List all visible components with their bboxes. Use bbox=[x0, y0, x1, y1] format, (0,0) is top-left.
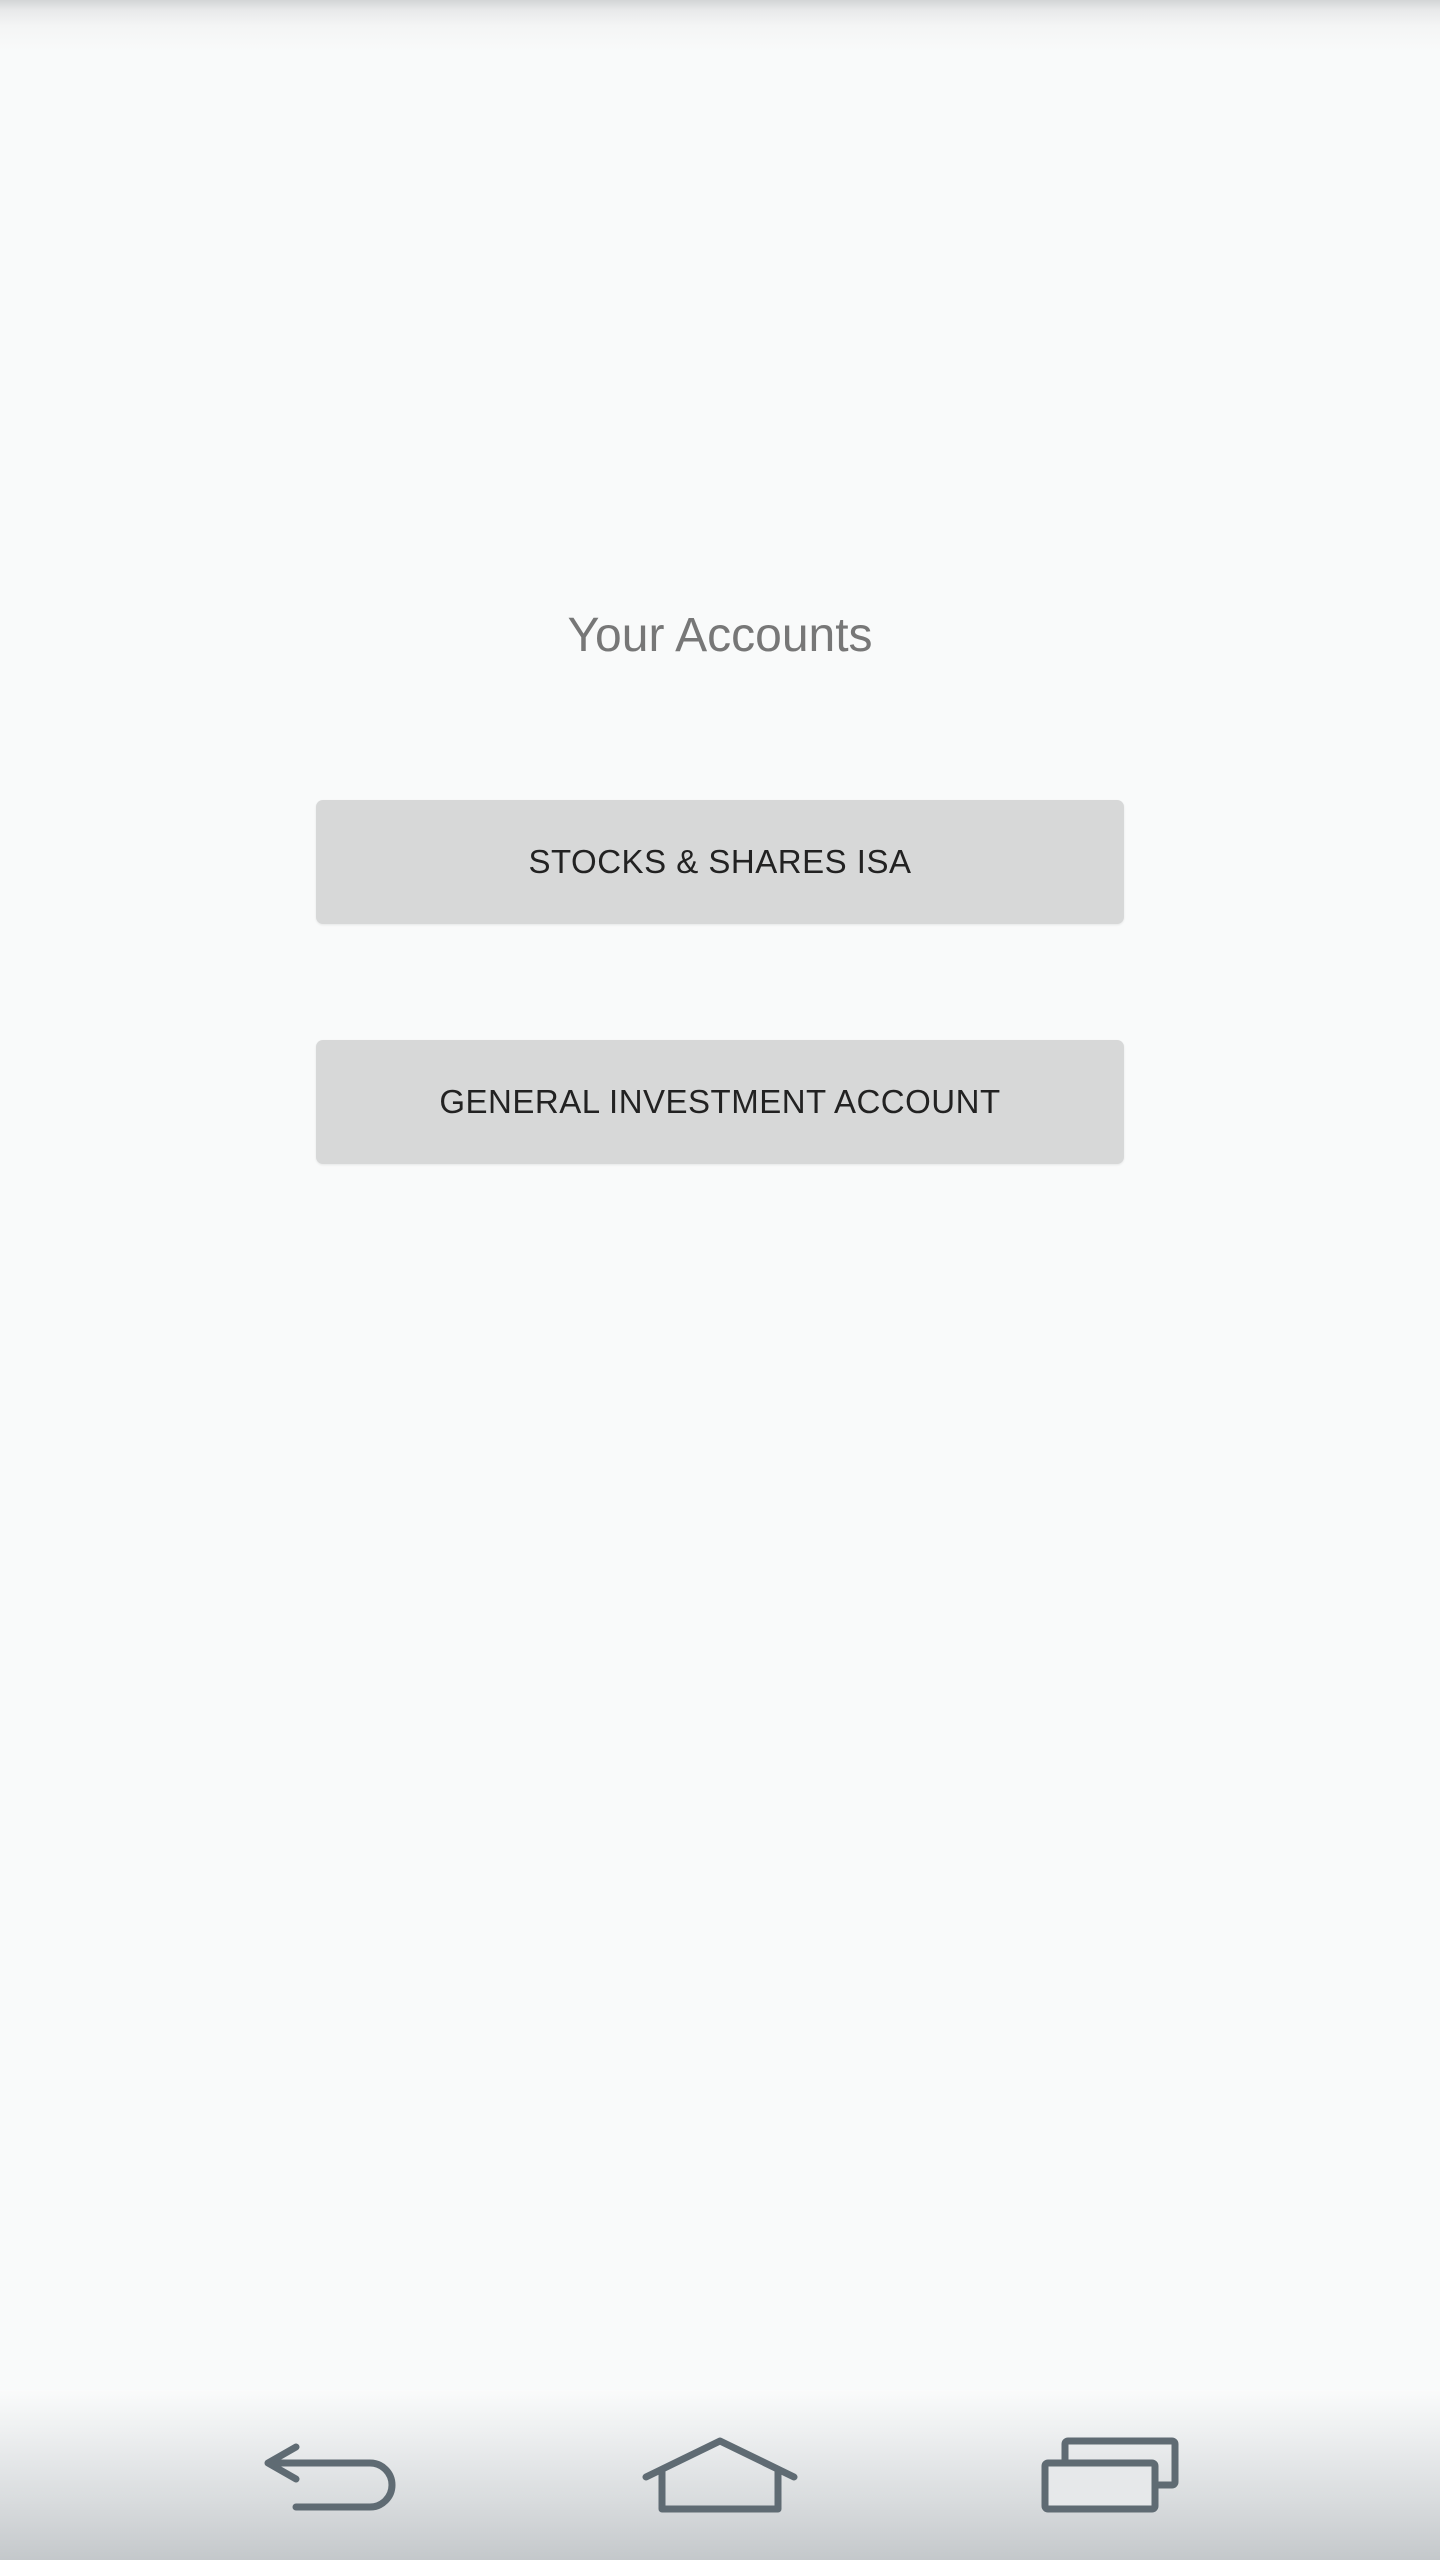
home-button[interactable] bbox=[620, 2390, 820, 2560]
page-title: Your Accounts bbox=[567, 609, 873, 662]
navigation-bar bbox=[0, 2390, 1440, 2560]
home-icon bbox=[642, 2437, 798, 2513]
back-icon bbox=[264, 2443, 396, 2511]
accounts-screen: Your Accounts STOCKS & SHARES ISA GENERA… bbox=[0, 0, 1440, 2390]
stocks-shares-isa-button[interactable]: STOCKS & SHARES ISA bbox=[316, 800, 1124, 924]
recents-icon bbox=[1041, 2437, 1179, 2513]
recents-button[interactable] bbox=[1010, 2390, 1210, 2560]
back-button[interactable] bbox=[230, 2390, 430, 2560]
general-investment-account-button[interactable]: GENERAL INVESTMENT ACCOUNT bbox=[316, 1040, 1124, 1164]
